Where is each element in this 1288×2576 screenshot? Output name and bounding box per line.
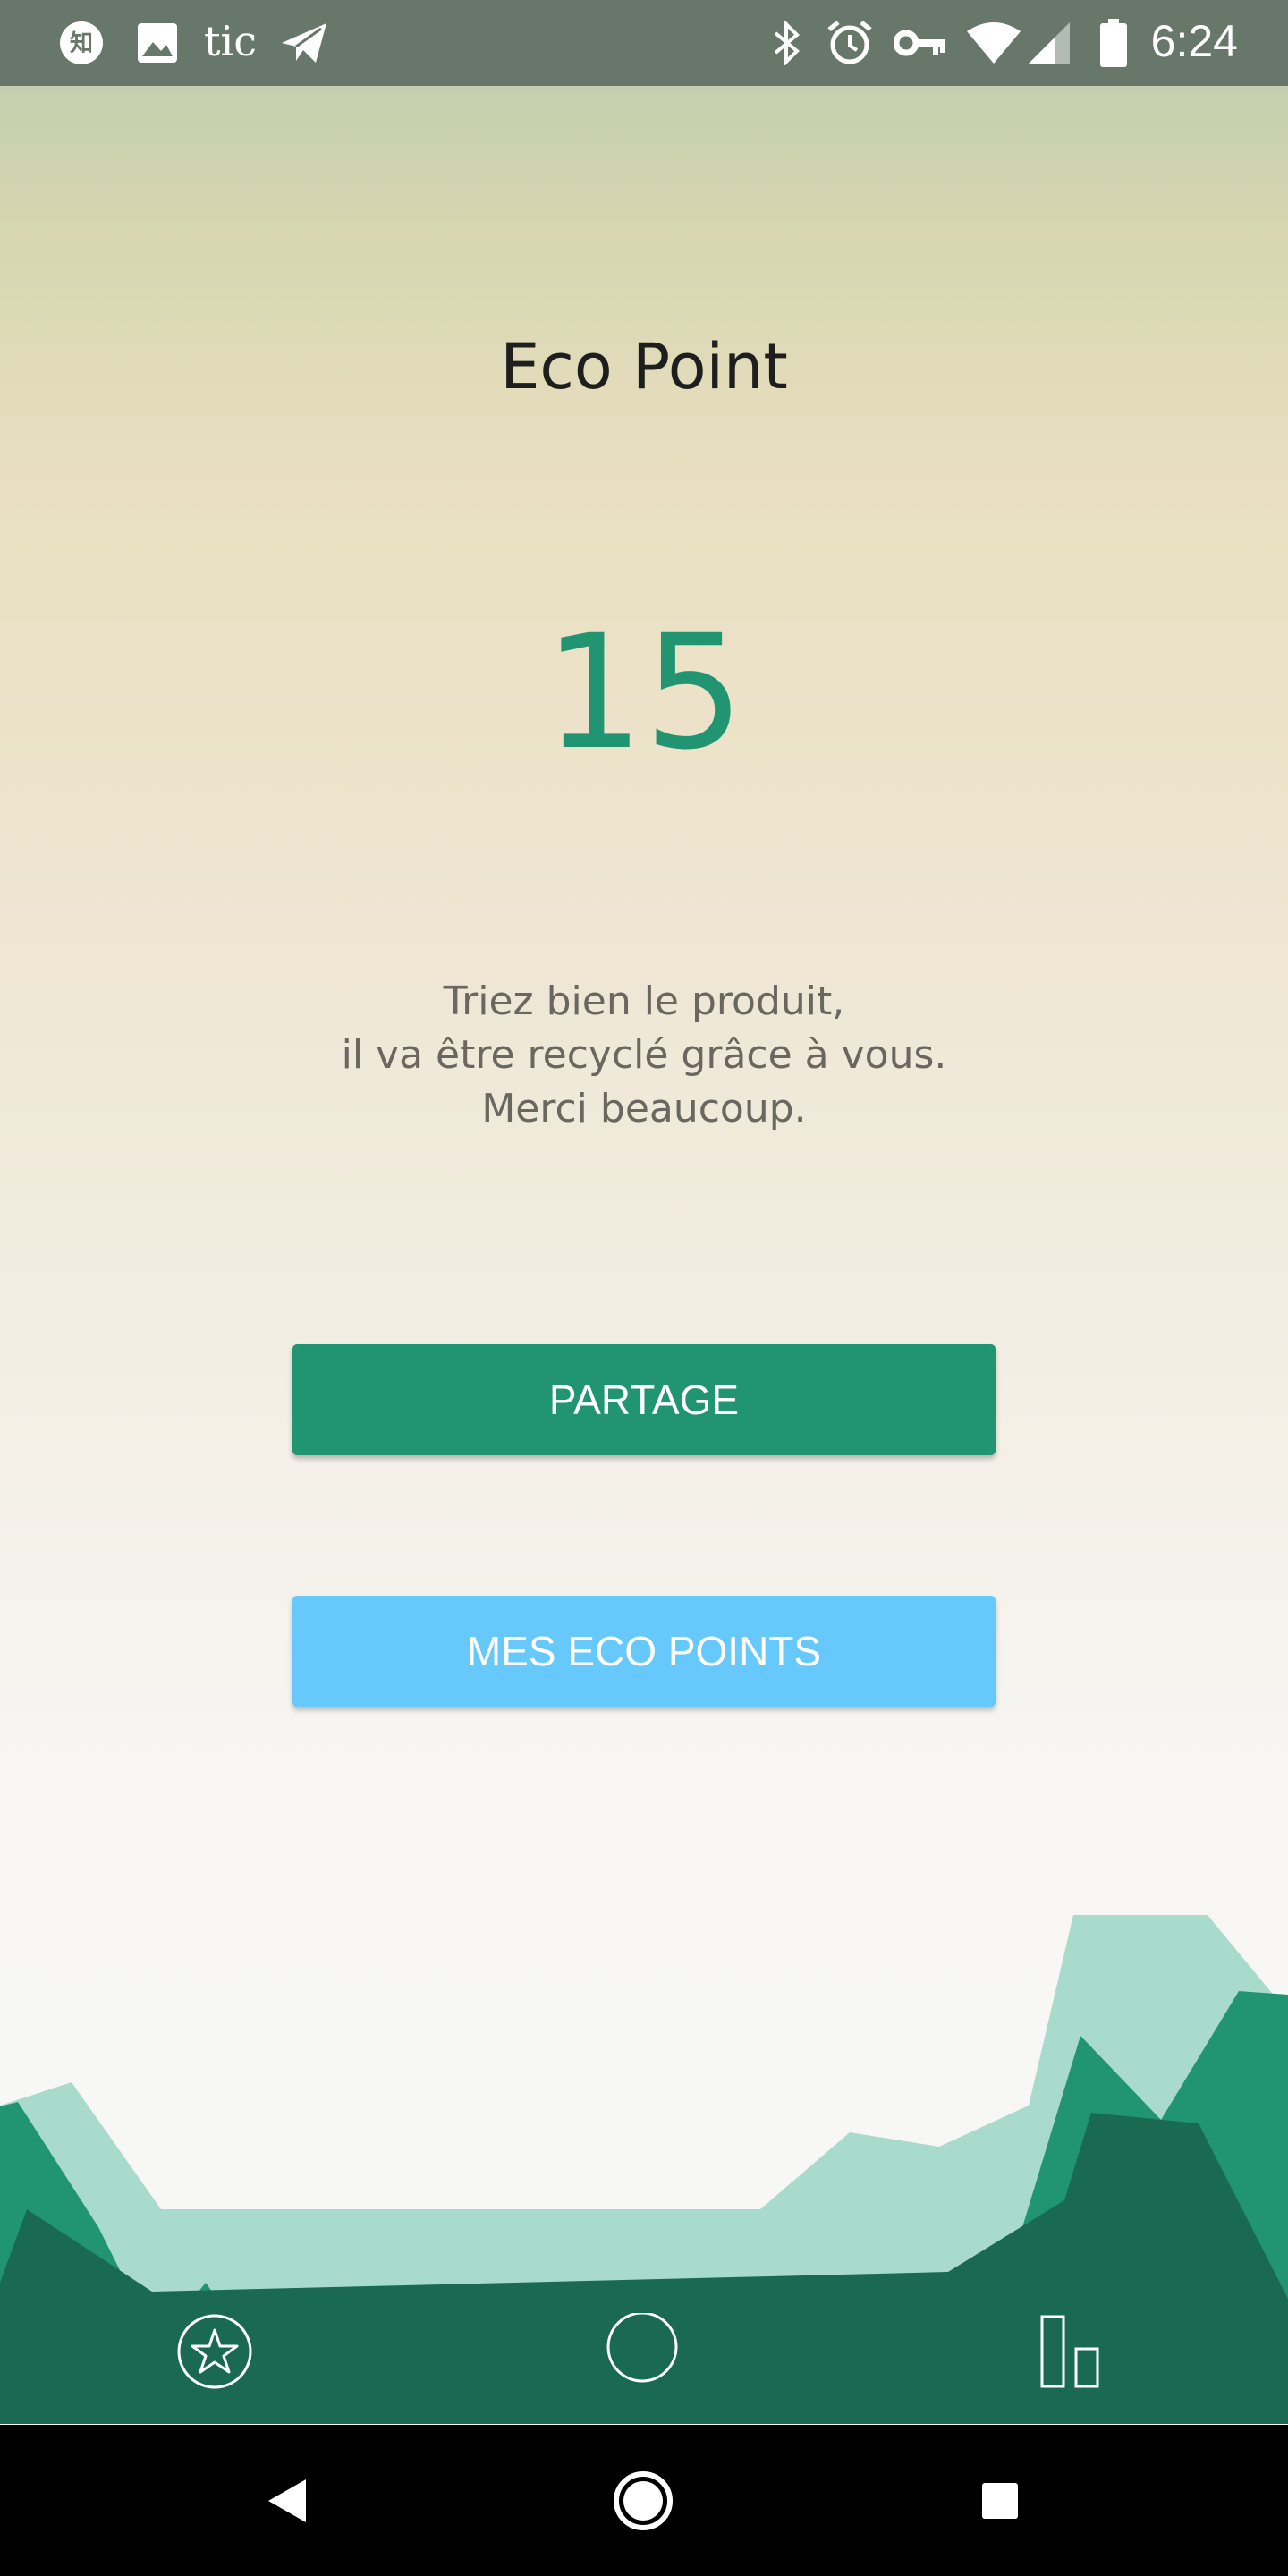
tab-home[interactable] bbox=[553, 2277, 732, 2425]
tab-favorites[interactable] bbox=[125, 2277, 304, 2425]
svg-text:知: 知 bbox=[70, 30, 93, 57]
star-icon bbox=[177, 2314, 252, 2388]
status-bar: 知 tic 6:24 bbox=[0, 0, 1288, 86]
recents-icon bbox=[982, 2482, 1018, 2519]
circle-icon bbox=[606, 2312, 678, 2382]
image-icon bbox=[134, 20, 181, 66]
nav-home-button[interactable] bbox=[572, 2425, 715, 2576]
share-button[interactable]: PARTAGE bbox=[292, 1344, 996, 1455]
message-line-1: Triez bien le produit, bbox=[443, 979, 845, 1024]
nav-back-button[interactable] bbox=[215, 2425, 358, 2576]
battery-icon bbox=[1098, 19, 1129, 67]
nav-recents-button[interactable] bbox=[928, 2425, 1072, 2576]
telegram-icon bbox=[279, 20, 329, 66]
cell-signal-icon bbox=[1027, 20, 1072, 66]
alarm-icon bbox=[825, 20, 875, 66]
back-icon bbox=[268, 2479, 306, 2522]
message-line-2: il va être recyclé grâce à vous. bbox=[341, 1032, 947, 1078]
bar-chart-icon bbox=[1040, 2315, 1099, 2387]
wifi-icon bbox=[966, 20, 1021, 66]
vpn-key-icon bbox=[893, 20, 948, 66]
my-eco-points-button[interactable]: MES ECO POINTS bbox=[292, 1596, 996, 1707]
bottom-tab-bar bbox=[0, 2277, 1288, 2425]
home-icon bbox=[614, 2470, 673, 2530]
status-time: 6:24 bbox=[1150, 16, 1238, 66]
zhihu-icon: 知 bbox=[57, 20, 106, 66]
system-nav-bar bbox=[0, 2425, 1288, 2576]
page-title: Eco Point bbox=[500, 330, 788, 403]
bluetooth-icon bbox=[769, 20, 805, 66]
thank-you-message: Triez bien le produit, il va être recycl… bbox=[0, 975, 1288, 1136]
eco-point-screen: 知 tic 6:24 Eco Point 15 Triez bien le pr… bbox=[0, 0, 1288, 2576]
eco-points-value: 15 bbox=[544, 601, 744, 784]
message-line-3: Merci beaucoup. bbox=[481, 1086, 807, 1131]
tab-stats[interactable] bbox=[984, 2277, 1163, 2425]
status-app-text: tic bbox=[204, 17, 257, 65]
